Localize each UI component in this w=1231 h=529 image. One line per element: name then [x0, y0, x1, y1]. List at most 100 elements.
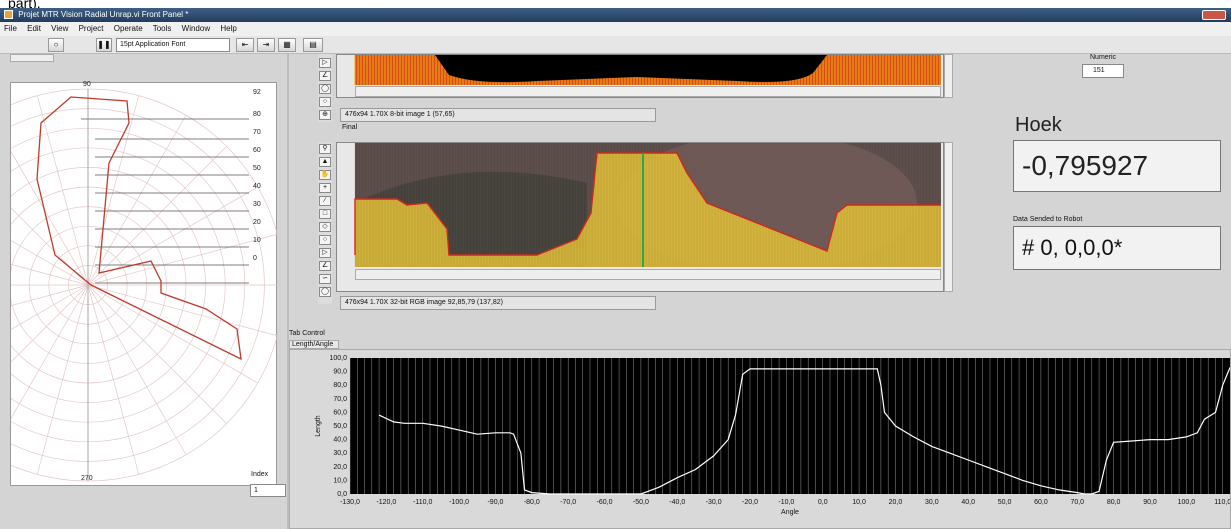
- rotated-rect-tool-icon[interactable]: ◇: [319, 222, 331, 232]
- y-tick-label: 90,0: [333, 369, 347, 376]
- polar-label-90: 90: [83, 81, 91, 88]
- image1-content: [354, 55, 941, 85]
- annulus-tool-icon[interactable]: ○: [319, 97, 331, 107]
- window-title-bar[interactable]: Projet MTR Vision Radial Unrap.vi Front …: [0, 8, 1231, 22]
- x-tick-label: -120,0: [376, 499, 396, 506]
- x-tick-label: -10,0: [778, 499, 794, 506]
- image2-content: [354, 133, 941, 273]
- y-tick-label: 10,0: [333, 477, 347, 484]
- y-tick-label: 100,0: [329, 355, 347, 362]
- line-tool-icon[interactable]: ∕: [319, 196, 331, 206]
- polar-grid-spoke: [36, 284, 89, 475]
- reorder-icon[interactable]: ▤: [303, 38, 323, 52]
- y-tick-label: 60,0: [333, 409, 347, 416]
- x-tick-label: -50,0: [633, 499, 649, 506]
- polar-grid-spoke: [87, 284, 278, 337]
- x-tick-label: -70,0: [560, 499, 576, 506]
- menu-tools[interactable]: Tools: [153, 24, 172, 33]
- close-icon[interactable]: [1202, 10, 1226, 20]
- polar-grid-spoke: [87, 284, 227, 424]
- image2-horizontal-scrollbar[interactable]: [355, 269, 941, 280]
- x-tick-label: 80,0: [1107, 499, 1121, 506]
- zoom-tool-icon[interactable]: ⊕: [319, 110, 331, 120]
- radial-label: 30: [253, 201, 261, 208]
- image2-vertical-scrollbar[interactable]: [944, 142, 953, 292]
- menu-bar: File Edit View Project Operate Tools Win…: [0, 22, 1231, 36]
- menu-window[interactable]: Window: [182, 24, 210, 33]
- align-icon[interactable]: ⇤: [236, 38, 254, 52]
- radial-label: 92: [253, 89, 261, 96]
- image2-tool-palette: ⚲ ▲ ✋ + ∕ □ ◇ ○ ▷ ∠ ∽ ◯: [318, 142, 332, 304]
- x-tick-label: 20,0: [889, 499, 903, 506]
- y-axis-label: Length: [315, 415, 322, 437]
- annulus-tool-icon[interactable]: ◯: [319, 287, 331, 297]
- polar-grid-spoke: [87, 284, 187, 455]
- menu-project[interactable]: Project: [79, 24, 104, 33]
- image-display-2[interactable]: [336, 133, 944, 292]
- y-tick-label: 70,0: [333, 396, 347, 403]
- x-tick-label: 60,0: [1034, 499, 1048, 506]
- menu-file[interactable]: File: [4, 24, 17, 33]
- image2-caption: Final: [342, 124, 358, 131]
- polyline-tool-icon[interactable]: ∠: [319, 261, 331, 271]
- front-panel: 90 270 92 80 70 60 50 40 30 20 10 0 ▷ ∠ …: [0, 54, 1231, 529]
- numeric-control[interactable]: 151: [1082, 64, 1124, 78]
- rectangle-tool-icon[interactable]: □: [319, 209, 331, 219]
- hoek-indicator: -0,795927: [1013, 140, 1221, 192]
- x-tick-label: -20,0: [742, 499, 758, 506]
- polar-grid-spoke: [36, 95, 89, 286]
- menu-edit[interactable]: Edit: [27, 24, 41, 33]
- y-tick-label: 40,0: [333, 437, 347, 444]
- freehand-tool-icon[interactable]: ∽: [319, 274, 331, 284]
- radial-label: 0: [253, 255, 257, 262]
- polar-label-270: 270: [81, 475, 93, 482]
- image1-horizontal-scrollbar[interactable]: [355, 86, 941, 97]
- run-icon[interactable]: ○: [48, 38, 64, 52]
- x-tick-label: -100,0: [449, 499, 469, 506]
- polar-plot-label-box: [10, 54, 54, 62]
- hoek-label: Hoek: [1015, 114, 1062, 136]
- x-tick-label: -30,0: [706, 499, 722, 506]
- radial-label: 10: [253, 237, 261, 244]
- image1-info-bar: 476x94 1.70X 8-bit image 1 (57,65): [340, 108, 656, 122]
- polar-grid-spoke: [0, 284, 89, 337]
- line-tool-icon[interactable]: ▷: [319, 58, 331, 68]
- x-tick-label: -60,0: [597, 499, 613, 506]
- length-angle-graph: -130,0 -120,0 -110,0 -100,0 -90,0 -80,0 -70,0 -…: [315, 355, 1231, 516]
- polar-grid-spoke: [87, 233, 278, 286]
- x-tick-label: 100,0: [1178, 499, 1196, 506]
- menu-help[interactable]: Help: [220, 24, 236, 33]
- polar-grid-spoke: [0, 284, 89, 374]
- point-tool-icon[interactable]: +: [319, 183, 331, 193]
- polar-grid-spoke: [0, 233, 89, 286]
- distribute-icon[interactable]: ⇥: [257, 38, 275, 52]
- pan-icon[interactable]: ✋: [319, 170, 331, 180]
- font-select[interactable]: 15pt Application Font: [116, 38, 230, 52]
- freehand-tool-icon[interactable]: ◯: [319, 84, 331, 94]
- zoom-icon[interactable]: ⚲: [319, 144, 331, 154]
- tab-length-angle[interactable]: Length/Angle: [289, 340, 339, 349]
- pause-icon[interactable]: ❚❚: [96, 38, 112, 52]
- resize-icon[interactable]: ▦: [278, 38, 296, 52]
- y-tick-label: 80,0: [333, 382, 347, 389]
- pointer-icon[interactable]: ▲: [319, 157, 331, 167]
- window-title: Projet MTR Vision Radial Unrap.vi Front …: [18, 10, 189, 19]
- oval-tool-icon[interactable]: ○: [319, 235, 331, 245]
- x-tick-label: -90,0: [487, 499, 503, 506]
- menu-view[interactable]: View: [51, 24, 68, 33]
- x-tick-label: 50,0: [998, 499, 1012, 506]
- image-display-1[interactable]: [336, 54, 944, 98]
- y-tick-label: 20,0: [333, 464, 347, 471]
- x-tick-label: 10,0: [852, 499, 866, 506]
- menu-operate[interactable]: Operate: [114, 24, 143, 33]
- index-control[interactable]: 1: [250, 484, 286, 497]
- image1-tool-palette: ▷ ∠ ◯ ○ ⊕: [318, 54, 332, 122]
- numeric-label: Numeric: [1090, 54, 1117, 61]
- radial-label: 50: [253, 165, 261, 172]
- radial-label: 40: [253, 183, 261, 190]
- polar-grid-spoke: [87, 284, 140, 475]
- polygon-tool-icon[interactable]: ▷: [319, 248, 331, 258]
- polyline-tool-icon[interactable]: ∠: [319, 71, 331, 81]
- graph-plot-area: [350, 358, 1230, 494]
- image1-vertical-scrollbar[interactable]: [944, 54, 953, 98]
